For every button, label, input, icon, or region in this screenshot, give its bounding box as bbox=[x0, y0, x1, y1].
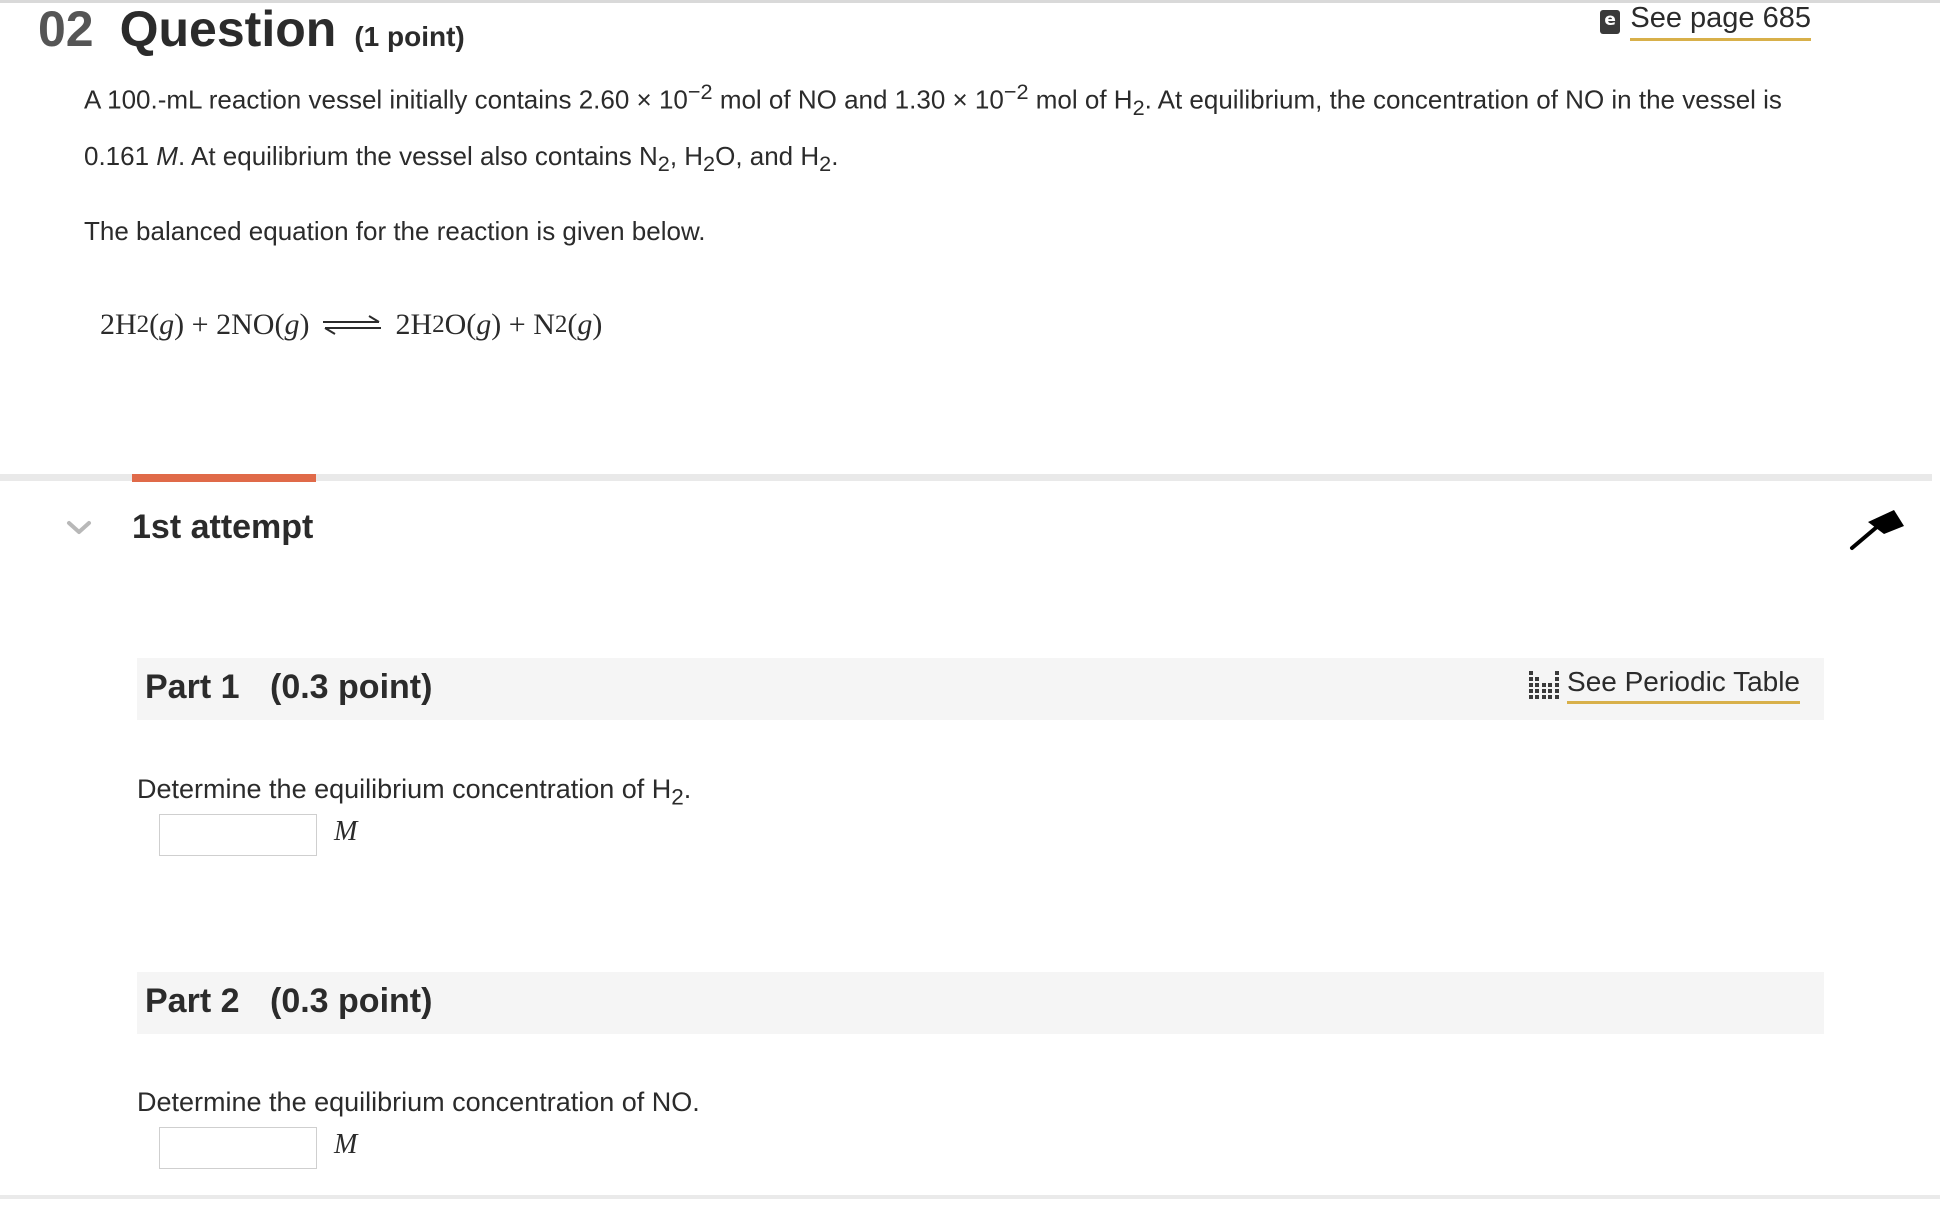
question-header: 02 Question (1 point) bbox=[38, 0, 465, 58]
exponent: −2 bbox=[687, 79, 713, 104]
part-points: (0.3 point) bbox=[270, 982, 433, 1020]
part-2-answer-input[interactable] bbox=[159, 1127, 317, 1169]
eq-state: g bbox=[476, 308, 492, 341]
molarity-unit: M bbox=[156, 140, 178, 171]
periodic-table-link[interactable]: See Periodic Table bbox=[1529, 666, 1800, 704]
eq-state: g bbox=[284, 308, 300, 341]
periodic-table-icon bbox=[1529, 671, 1560, 699]
equilibrium-arrow-icon bbox=[323, 315, 382, 335]
part-1-header: Part 1 (0.3 point) See Periodic Table bbox=[137, 658, 1824, 720]
part-1-answer-input[interactable] bbox=[159, 814, 317, 856]
eq-paren: ) bbox=[299, 308, 310, 341]
see-page-label[interactable]: See page 685 bbox=[1630, 2, 1811, 41]
eq-term: N bbox=[533, 308, 555, 341]
prompt-text: Determine the equilibrium concentration … bbox=[137, 774, 672, 804]
part-points: (0.3 point) bbox=[270, 668, 433, 706]
balanced-equation-intro: The balanced equation for the reaction i… bbox=[84, 216, 706, 246]
problem-text: A 100.-mL reaction vessel initially cont… bbox=[84, 84, 688, 115]
eq-plus: + bbox=[501, 308, 534, 341]
eq-subscript: 2 bbox=[136, 311, 150, 338]
ebook-icon bbox=[1600, 9, 1621, 34]
problem-text: mol of H bbox=[1028, 84, 1133, 115]
problem-statement: A 100.-mL reaction vessel initially cont… bbox=[84, 68, 1844, 188]
eq-plus: + bbox=[184, 308, 217, 341]
eq-term: 2NO bbox=[216, 308, 275, 341]
question-points: (1 point) bbox=[354, 21, 465, 52]
eq-term: O bbox=[444, 308, 467, 341]
part-1-unit: M bbox=[334, 816, 358, 847]
chevron-down-icon[interactable] bbox=[66, 520, 92, 536]
eq-paren: ( bbox=[466, 308, 477, 341]
attempt-tab-accent bbox=[132, 474, 316, 482]
problem-text: . bbox=[831, 140, 839, 171]
eq-paren: ) bbox=[592, 308, 603, 341]
eq-term: 2H bbox=[395, 308, 433, 341]
part-label: Part 1 bbox=[145, 668, 240, 706]
problem-text: O, and H bbox=[715, 140, 820, 171]
part-2-prompt: Determine the equilibrium concentration … bbox=[137, 1087, 700, 1117]
subscript: 2 bbox=[671, 784, 684, 810]
problem-text: , H bbox=[669, 140, 704, 171]
eq-state: g bbox=[577, 308, 593, 341]
subscript: 2 bbox=[703, 151, 716, 177]
part-1-prompt: Determine the equilibrium concentration … bbox=[137, 774, 691, 810]
eq-term: 2H bbox=[100, 308, 137, 341]
eq-paren: ( bbox=[567, 308, 578, 341]
eq-subscript: 2 bbox=[432, 311, 445, 338]
balanced-equation: 2H 2(g) + 2NO(g) 2H 2 O(g) + N 2(g) bbox=[100, 308, 602, 342]
pin-icon[interactable] bbox=[1848, 506, 1908, 552]
subscript: 2 bbox=[819, 151, 832, 177]
question-title: Question bbox=[119, 1, 337, 57]
part-2-unit: M bbox=[334, 1129, 358, 1160]
exponent: −2 bbox=[1003, 79, 1029, 104]
see-page-link[interactable]: See page 685 bbox=[1600, 2, 1811, 41]
prompt-text: . bbox=[683, 774, 692, 804]
problem-text: mol of NO and 1.30 × 10 bbox=[712, 84, 1004, 115]
subscript: 2 bbox=[657, 151, 670, 177]
periodic-table-label[interactable]: See Periodic Table bbox=[1567, 666, 1800, 704]
eq-paren: ( bbox=[149, 308, 160, 341]
problem-text: . At equilibrium the vessel also contain… bbox=[177, 140, 658, 171]
eq-state: g bbox=[159, 308, 175, 341]
eq-paren: ( bbox=[274, 308, 285, 341]
part-label: Part 2 bbox=[145, 982, 240, 1020]
eq-subscript: 2 bbox=[554, 311, 568, 338]
bottom-divider bbox=[0, 1195, 1940, 1199]
part-2-header: Part 2 (0.3 point) bbox=[137, 972, 1824, 1034]
question-number: 02 bbox=[38, 1, 94, 57]
eq-paren: ) bbox=[174, 308, 185, 341]
subscript: 2 bbox=[1132, 94, 1145, 120]
eq-paren: ) bbox=[491, 308, 502, 341]
attempt-title: 1st attempt bbox=[132, 508, 314, 546]
